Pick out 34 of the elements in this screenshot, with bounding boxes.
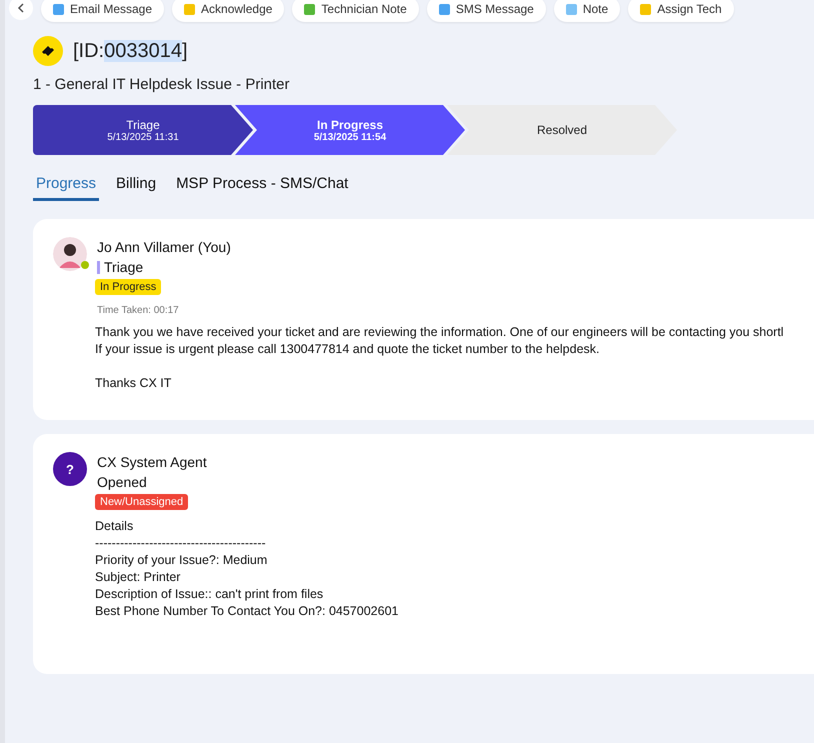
toolbar-button[interactable]: Acknowledge: [172, 0, 284, 22]
toolbar-button[interactable]: Technician Note: [292, 0, 419, 22]
message-line: Details: [95, 518, 134, 535]
author-name: CX System Agent: [97, 454, 207, 470]
message-line: Best Phone Number To Contact You On?: 0457002601: [95, 603, 398, 620]
tab[interactable]: Billing: [113, 171, 160, 201]
toolbar-button[interactable]: Email Message: [41, 0, 164, 22]
stage-label: Triage: [104, 259, 144, 275]
message-line: Subject: Printer: [95, 569, 182, 586]
avatar: ?: [53, 452, 87, 486]
ticket-icon: [33, 36, 63, 66]
back-button[interactable]: [9, 0, 33, 20]
ticket-id: [ID:0033014]: [73, 40, 188, 62]
message-line: Description of Issue:: can't print from files: [95, 586, 324, 603]
message-line: If your issue is urgent please call 1300477814 and quote the ticket number to the helpdesk.: [95, 341, 600, 358]
toolbar-button[interactable]: Note: [554, 0, 620, 22]
message-line: -----------------------------------------: [95, 535, 267, 552]
message-line: Thanks CX IT: [95, 375, 172, 392]
status-badge: In Progress: [95, 279, 162, 295]
stage-label: Opened: [97, 474, 147, 490]
time-taken: Time Taken: 00:17: [97, 305, 179, 316]
tab[interactable]: MSP Process - SMS/Chat: [173, 171, 352, 201]
tab[interactable]: Progress: [33, 171, 100, 201]
stage-step: In Progress 5/13/2025 11:54: [235, 105, 465, 155]
toolbar-button[interactable]: SMS Message: [426, 0, 546, 22]
message-line: Priority of your Issue?: Medium: [95, 552, 268, 569]
author-name: Jo Ann Villamer (You): [97, 239, 231, 255]
message-line: Thank you we have received your ticket and are reviewing the information. One of our engineers will be contacting you shortl: [95, 324, 784, 341]
stage-step: Triage 5/13/2025 11:31: [33, 105, 253, 155]
toolbar-button[interactable]: Assign Tech: [628, 0, 734, 22]
ticket-subtitle: 1 - General IT Helpdesk Issue - Printer: [33, 76, 290, 93]
chevron-left-icon: [17, 3, 25, 13]
stage-step: Resolved: [447, 105, 677, 155]
status-badge: New/Unassigned: [95, 494, 188, 510]
